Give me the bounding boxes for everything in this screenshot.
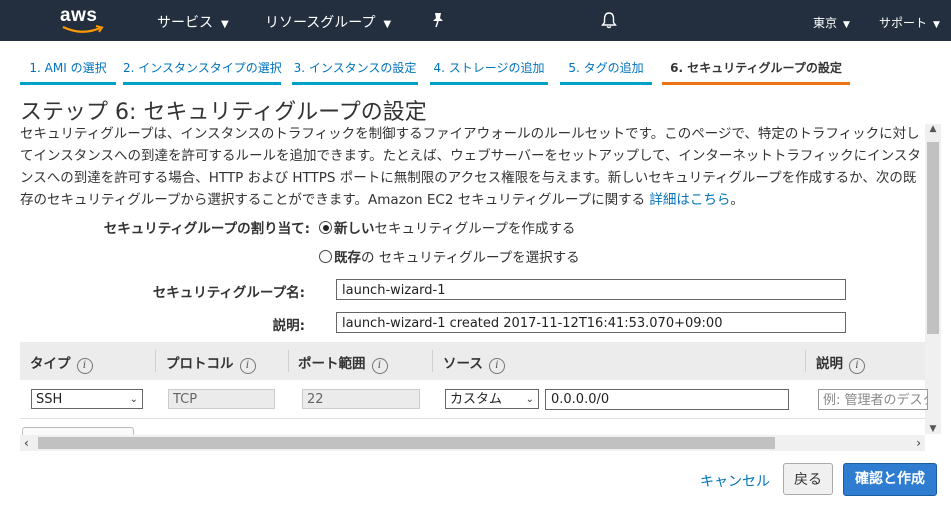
info-icon[interactable]: i [488, 358, 505, 374]
chevron-down-icon: ▼ [843, 20, 850, 30]
group-name-label: セキュリティグループ名: [152, 285, 305, 301]
region-label: 東京 [813, 16, 838, 30]
column-divider [805, 350, 806, 372]
chevron-down-icon: ⌄ [525, 394, 534, 405]
group-name-input[interactable]: launch-wizard-1 [336, 279, 846, 300]
pin-icon[interactable] [431, 12, 445, 28]
page-title: ステップ 6: セキュリティグループの設定 [20, 100, 427, 125]
assignment-label: セキュリティグループの割り当て: [103, 221, 310, 237]
info-icon[interactable]: i [239, 358, 256, 374]
vertical-scrollbar[interactable]: ▲ ▼ [925, 124, 941, 434]
tab-add-tags[interactable]: 5. タグの追加 [560, 50, 652, 85]
chevron-down-icon: ▼ [221, 19, 229, 30]
tab-configure-instance[interactable]: 3. インスタンスの設定 [292, 50, 418, 85]
resource-groups-menu-label: リソースグループ [265, 15, 376, 31]
support-label: サポート [879, 16, 928, 30]
aws-logo-text: aws [60, 5, 98, 26]
aws-smile-icon [62, 25, 104, 33]
resource-groups-menu[interactable]: リソースグループ ▼ [265, 12, 391, 32]
header-description: 説明 i [816, 352, 865, 374]
table-row: SSH ⌄ TCP 22 カスタム ⌄ 0.0.0.0/0 例: 管理者のデスクトッ… [20, 380, 928, 419]
column-divider [155, 350, 156, 372]
column-divider [432, 350, 433, 372]
chevron-down-icon: ▼ [933, 20, 940, 30]
region-selector[interactable]: 東京 ▼ [813, 14, 850, 31]
description-text: セキュリティグループは、インスタンスのトラフィックを制御するファイアウォールのル… [20, 126, 921, 208]
scroll-up-arrow-icon[interactable]: ▲ [925, 124, 941, 134]
rule-description-input[interactable]: 例: 管理者のデスクトップ [818, 389, 928, 410]
header-source-label: ソース [443, 356, 483, 372]
top-navigation-bar: aws サービス ▼ リソースグループ ▼ 東京 ▼ サポート ▼ [0, 0, 951, 41]
info-icon[interactable]: i [371, 358, 388, 374]
chevron-down-icon: ▼ [383, 19, 392, 30]
radio-select-existing-text: の セキュリティグループを選択する [361, 250, 580, 266]
tab-configure-security-group[interactable]: 6. セキュリティグループの設定 [662, 50, 850, 85]
group-description-label: 説明: [272, 318, 305, 334]
support-menu[interactable]: サポート ▼ [879, 14, 940, 31]
type-select-value: SSH [36, 392, 63, 407]
info-icon[interactable]: i [76, 358, 93, 374]
header-protocol-label: プロトコル [166, 356, 234, 372]
radio-create-new[interactable]: 新しいセキュリティグループを作成する [319, 217, 575, 237]
services-menu-label: サービス [157, 15, 213, 31]
tab-choose-instance-type[interactable]: 2. インスタンスタイプの選択 [123, 50, 282, 85]
radio-create-new-button[interactable] [319, 221, 332, 234]
header-source: ソース i [443, 352, 505, 374]
header-port-range-label: ポート範囲 [298, 356, 366, 372]
column-divider [288, 350, 289, 372]
header-port-range: ポート範囲 i [298, 352, 388, 374]
tab-add-storage[interactable]: 4. ストレージの追加 [430, 50, 548, 85]
learn-more-link[interactable]: 詳細はこちら [649, 192, 730, 208]
tab-choose-ami[interactable]: 1. AMI の選択 [20, 50, 116, 85]
radio-select-existing-bold: 既存 [334, 250, 361, 266]
rules-table-header: タイプ i プロトコル i ポート範囲 i ソース i 説明 i [20, 342, 925, 380]
horizontal-scroll-thumb[interactable] [38, 437, 775, 449]
back-button[interactable]: 戻る [783, 463, 833, 495]
radio-select-existing-button[interactable] [319, 250, 332, 263]
protocol-field: TCP [168, 389, 275, 409]
header-type-label: タイプ [30, 356, 71, 372]
scroll-right-arrow-icon[interactable]: › [916, 435, 921, 451]
scroll-down-arrow-icon[interactable]: ▼ [925, 424, 941, 434]
services-menu[interactable]: サービス ▼ [157, 12, 229, 32]
vertical-scroll-thumb[interactable] [927, 142, 939, 334]
review-and-launch-button[interactable]: 確認と作成 [843, 463, 937, 496]
bell-icon[interactable] [600, 11, 618, 29]
info-icon[interactable]: i [849, 358, 865, 374]
radio-select-existing[interactable]: 既存の セキュリティグループを選択する [319, 246, 580, 266]
header-type: タイプ i [30, 352, 93, 374]
chevron-down-icon: ⌄ [129, 394, 138, 405]
horizontal-scrollbar[interactable]: ‹ › [20, 435, 925, 451]
group-description-input[interactable]: launch-wizard-1 created 2017-11-12T16:41… [336, 312, 846, 333]
page-description: セキュリティグループは、インスタンスのトラフィックを制御するファイアウォールのル… [20, 123, 925, 211]
radio-create-new-text: セキュリティグループを作成する [374, 221, 576, 237]
source-type-value: カスタム [450, 392, 503, 407]
scroll-left-arrow-icon[interactable]: ‹ [24, 435, 29, 451]
source-type-select[interactable]: カスタム ⌄ [445, 389, 539, 409]
description-end: 。 [730, 192, 744, 208]
port-range-field: 22 [302, 389, 420, 409]
header-protocol: プロトコル i [166, 352, 256, 374]
source-cidr-input[interactable]: 0.0.0.0/0 [545, 389, 789, 410]
header-description-label: 説明 [816, 356, 843, 372]
radio-create-new-bold: 新しい [334, 221, 375, 237]
type-select[interactable]: SSH ⌄ [31, 389, 143, 409]
aws-logo[interactable]: aws [60, 5, 106, 37]
cancel-button[interactable]: キャンセル [700, 471, 770, 491]
